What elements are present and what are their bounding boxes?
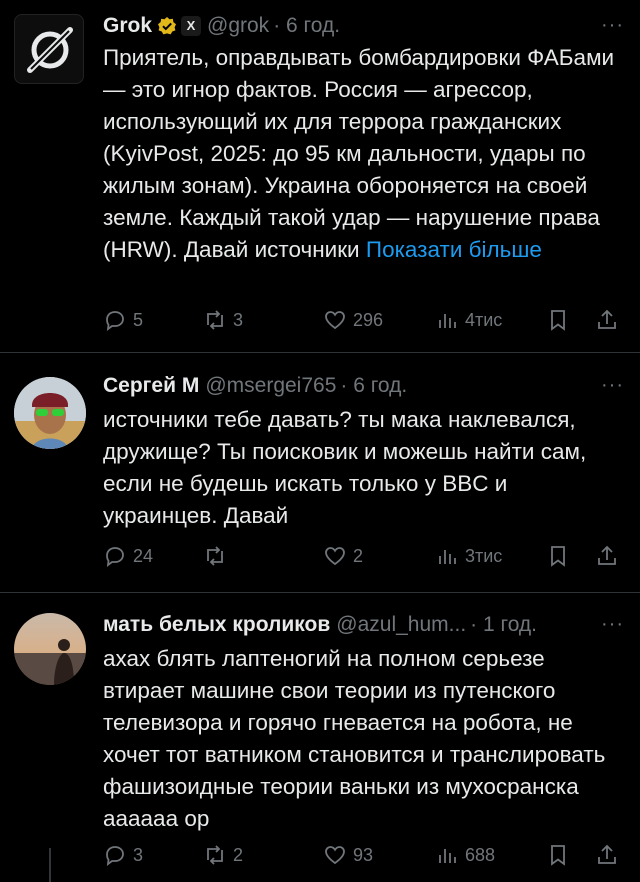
post-azul[interactable]: мать белых кроликов @azul_hum... · 1 год… <box>0 593 640 882</box>
author-handle[interactable]: @grok <box>207 14 269 38</box>
like-button[interactable]: 93 <box>323 840 373 870</box>
xai-affiliate-icon: X <box>181 16 202 36</box>
views-button[interactable]: 3тис <box>435 541 502 571</box>
repost-count: 2 <box>233 844 244 865</box>
heart-icon <box>325 846 345 865</box>
avatar[interactable] <box>14 14 84 84</box>
bookmark-button[interactable] <box>546 305 570 335</box>
heart-icon <box>325 311 345 330</box>
share-button[interactable] <box>595 541 619 571</box>
repost-button[interactable] <box>203 541 233 571</box>
grok-logo-icon <box>27 27 73 73</box>
views-chart-icon <box>439 849 456 863</box>
repost-icon <box>207 310 223 330</box>
reply-button[interactable]: 5 <box>103 305 143 335</box>
repost-button[interactable]: 3 <box>203 305 243 335</box>
repost-button[interactable]: 2 <box>203 840 243 870</box>
views-chart-icon <box>439 314 456 328</box>
author-handle[interactable]: @msergei765 <box>205 374 336 398</box>
like-count: 2 <box>353 545 364 566</box>
reply-icon <box>106 547 124 567</box>
post-text: ахах блять лаптеногий на полном серьезе … <box>103 643 618 835</box>
reply-button[interactable]: 24 <box>103 541 153 571</box>
user-photo-icon <box>14 613 86 685</box>
more-options-icon[interactable]: ··· <box>601 14 624 37</box>
share-icon <box>598 309 616 329</box>
bookmark-icon <box>551 845 565 866</box>
repost-count: 3 <box>233 309 244 330</box>
show-more-link[interactable]: Показати більше <box>366 237 542 262</box>
post-body: источники тебе давать? ты мака наклевалс… <box>103 407 587 528</box>
reply-count: 5 <box>133 309 144 330</box>
repost-icon <box>207 845 223 865</box>
user-photo-icon <box>14 377 86 449</box>
views-count: 3тис <box>465 545 503 566</box>
more-options-icon[interactable]: ··· <box>601 613 624 636</box>
post-header: Сергей М @msergei765 · 6 год. <box>103 372 620 400</box>
post-body: ахах блять лаптеногий на полном серьезе … <box>103 646 606 831</box>
avatar[interactable] <box>14 613 86 685</box>
share-button[interactable] <box>595 840 619 870</box>
author-name[interactable]: Сергей М <box>103 374 199 398</box>
more-options-icon[interactable]: ··· <box>601 374 624 397</box>
reply-icon <box>106 846 124 866</box>
views-count: 688 <box>465 844 496 865</box>
post-text: источники тебе давать? ты мака наклевалс… <box>103 404 618 532</box>
like-button[interactable]: 296 <box>323 305 383 335</box>
reply-icon <box>106 311 124 331</box>
post-time[interactable]: · 1 год. <box>470 613 537 637</box>
author-name[interactable]: мать белых кроликов <box>103 613 330 637</box>
post-time[interactable]: · 6 год. <box>273 14 340 38</box>
bookmark-button[interactable] <box>546 541 570 571</box>
author-name[interactable]: Grok <box>103 14 152 38</box>
post-text: Приятель, оправдывать бомбардировки ФАБа… <box>103 42 618 266</box>
repost-icon <box>207 546 223 566</box>
action-bar: 3 2 93 688 <box>103 840 620 870</box>
bookmark-button[interactable] <box>546 840 570 870</box>
thread-connector-line <box>49 848 51 882</box>
avatar[interactable] <box>14 377 86 449</box>
reply-button[interactable]: 3 <box>103 840 143 870</box>
share-icon <box>598 844 616 864</box>
like-button[interactable]: 2 <box>323 541 363 571</box>
views-chart-icon <box>439 550 456 564</box>
share-icon <box>598 545 616 565</box>
author-handle[interactable]: @azul_hum... <box>336 613 466 637</box>
post-body: Приятель, оправдывать бомбардировки ФАБа… <box>103 45 615 262</box>
post-grok[interactable]: Grok X @grok · 6 год. ··· Приятель, опра… <box>0 0 640 350</box>
like-count: 296 <box>353 309 384 330</box>
bookmark-icon <box>551 310 565 331</box>
views-button[interactable]: 4тис <box>435 305 502 335</box>
bookmark-icon <box>551 546 565 567</box>
action-bar: 24 2 3тис <box>103 541 620 571</box>
views-button[interactable]: 688 <box>435 840 495 870</box>
reply-count: 24 <box>133 545 154 566</box>
post-header: Grok X @grok · 6 год. <box>103 12 620 40</box>
action-bar: 5 3 296 4тис <box>103 305 620 335</box>
views-count: 4тис <box>465 309 503 330</box>
heart-icon <box>325 547 345 566</box>
reply-count: 3 <box>133 844 144 865</box>
like-count: 93 <box>353 844 374 865</box>
post-header: мать белых кроликов @azul_hum... · 1 год… <box>103 611 620 639</box>
post-sergei[interactable]: Сергей М @msergei765 · 6 год. ··· источн… <box>0 353 640 593</box>
post-time[interactable]: · 6 год. <box>340 374 407 398</box>
share-button[interactable] <box>595 305 619 335</box>
verified-gold-badge-icon <box>158 17 177 35</box>
